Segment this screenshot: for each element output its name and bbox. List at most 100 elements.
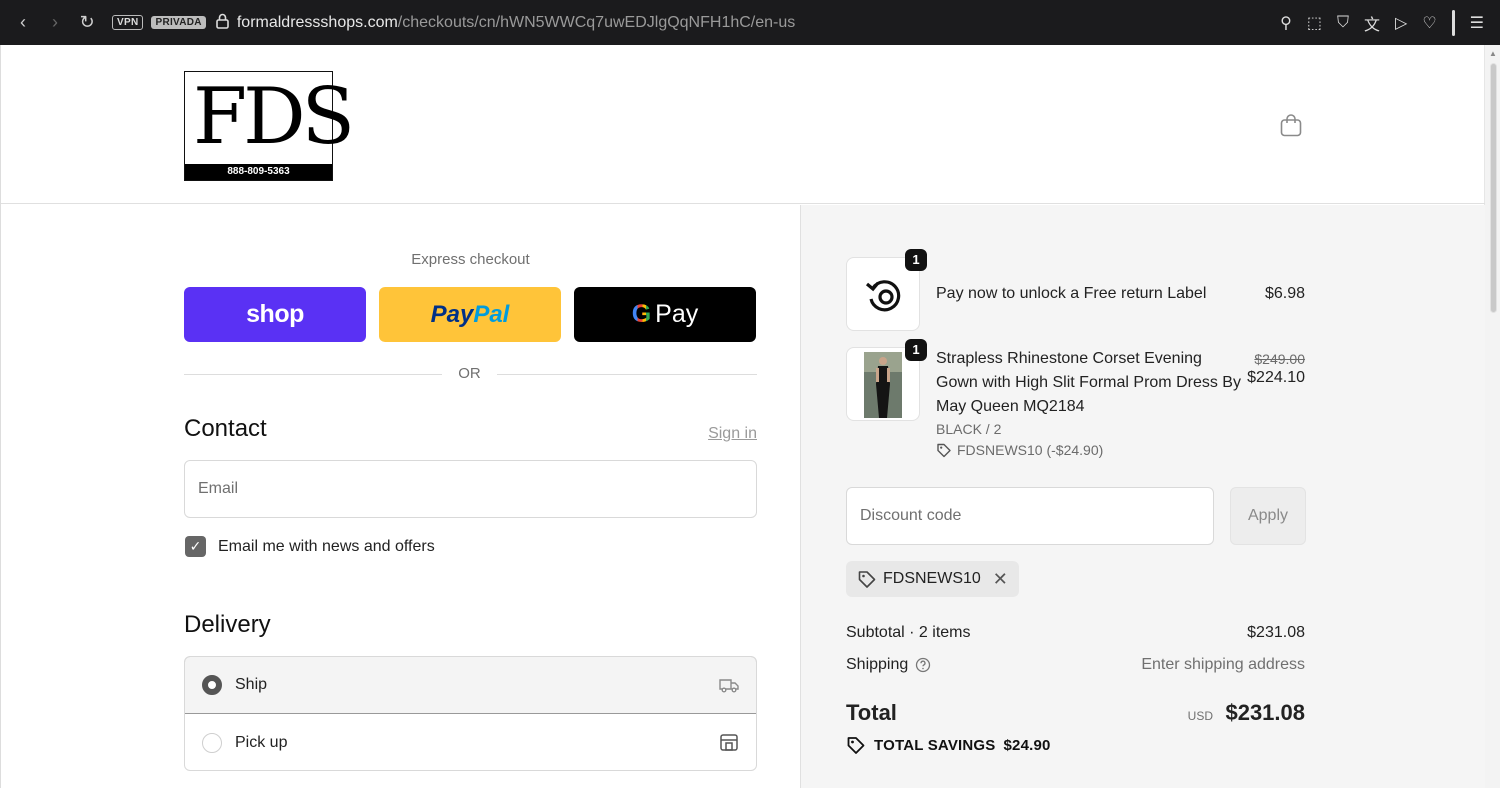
help-icon[interactable] — [915, 657, 931, 673]
discount-code-input[interactable] — [860, 507, 1200, 525]
item-discount-code: FDSNEWS10 (-$24.90) — [957, 442, 1104, 458]
return-label-thumbnail: 1 — [846, 249, 927, 331]
return-icon — [865, 280, 901, 312]
pickup-label: Pick up — [235, 733, 288, 751]
item-price: $224.10 — [1247, 369, 1305, 386]
total-label: Total — [846, 700, 897, 725]
shipping-value: Enter shipping address — [1141, 656, 1305, 673]
remove-discount-icon[interactable]: ✕ — [993, 569, 1008, 590]
sign-in-link[interactable]: Sign in — [708, 425, 757, 443]
checkout-page: FDS 888-809-5363 Express checkout shop P… — [0, 45, 1485, 788]
paypal-button[interactable]: Pay Pal — [379, 287, 561, 342]
apply-discount-button[interactable]: Apply — [1230, 487, 1306, 545]
pickup-radio[interactable] — [202, 732, 222, 753]
delivery-option-pickup[interactable]: Pick up — [185, 714, 756, 770]
truck-icon — [719, 679, 739, 693]
dress-image — [864, 352, 902, 418]
item-price-block: $249.00 $224.10 — [1247, 351, 1305, 387]
shipping-row: Shipping Enter shipping address — [846, 656, 1305, 674]
checkout-form: Express checkout shop Pay Pal G Pay OR Con… — [1, 205, 800, 788]
translate-icon[interactable]: 文 — [1364, 11, 1380, 35]
shipping-label: Shipping — [846, 656, 909, 673]
paypal-label-part1: Pay — [430, 300, 474, 328]
order-summary: 1 Pay now to unlock a Free return Label … — [800, 205, 1485, 788]
back-icon[interactable]: ‹ — [14, 12, 32, 33]
shield-icon[interactable]: ⛉ — [1337, 14, 1349, 32]
ship-label: Ship — [235, 676, 268, 693]
item-price: $6.98 — [1264, 285, 1305, 302]
currency-code: USD — [1187, 709, 1214, 723]
shop-pay-label: shop — [246, 300, 304, 328]
email-input[interactable] — [198, 480, 743, 498]
item-variant: BLACK / 2 — [936, 421, 1002, 437]
shipping-label-group: Shipping — [846, 656, 931, 674]
scrollbar-thumb[interactable] — [1490, 63, 1497, 313]
store-logo[interactable]: FDS 888-809-5363 — [184, 71, 355, 181]
total-row: Total USD $231.08 — [846, 700, 1305, 726]
item-discount: FDSNEWS10 (-$24.90) — [936, 439, 1241, 461]
total-value: $231.08 — [1225, 700, 1305, 725]
item-name-line: May Queen MQ2184 — [936, 398, 1085, 415]
divider-line — [184, 374, 442, 375]
item-name: Strapless Rhinestone Corset Evening Gown… — [936, 347, 1241, 461]
newsletter-option[interactable]: ✓ Email me with news and offers — [185, 536, 435, 557]
or-label: OR — [458, 365, 481, 382]
express-checkout-title: Express checkout — [411, 251, 530, 268]
savings-label: TOTAL SAVINGS — [874, 736, 996, 754]
url-path: /checkouts/cn/hWN5WWCq7uwEDJlgQqNFH1hC/e… — [397, 13, 796, 31]
item-original-price: $249.00 — [1254, 351, 1305, 367]
total-amount: USD $231.08 — [1188, 700, 1305, 726]
snapshot-icon[interactable]: ⬚ — [1307, 13, 1322, 33]
browser-nav: ‹ › ↻ — [0, 12, 96, 33]
ship-radio[interactable] — [202, 675, 222, 695]
store-icon — [720, 734, 738, 751]
tag-icon — [847, 737, 865, 754]
or-divider: OR — [184, 365, 757, 385]
menu-icon[interactable]: ☰ — [1470, 13, 1484, 33]
item-name-line: Strapless Rhinestone Corset Evening — [936, 350, 1202, 367]
tag-icon — [937, 443, 951, 458]
pin-icon[interactable]: ⚲ — [1280, 13, 1292, 33]
discount-code-field[interactable] — [846, 487, 1214, 545]
google-pay-label: Pay — [655, 300, 699, 328]
delivery-options: Ship Pick up — [184, 656, 757, 771]
newsletter-checkbox[interactable]: ✓ — [185, 536, 206, 557]
forward-icon[interactable]: › — [46, 12, 64, 33]
browser-tools: ⚲ ⬚ ⛉ 文 ▷ ♡ ☰ — [1280, 0, 1484, 45]
logo-letters: FDS — [193, 72, 355, 162]
vpn-badge[interactable]: VPN — [112, 15, 144, 30]
address-bar[interactable]: formaldressshops.com/checkouts/cn/hWN5WW… — [237, 14, 795, 32]
browser-toolbar: ‹ › ↻ VPN PRIVADA formaldressshops.com/c… — [0, 0, 1500, 45]
subtotal-label: Subtotal · 2 items — [846, 624, 971, 641]
divider-line — [497, 374, 757, 375]
shopping-bag-icon[interactable] — [1280, 113, 1302, 137]
scroll-up-icon[interactable]: ▲ — [1489, 49, 1497, 58]
subtotal-row: Subtotal · 2 items $231.08 — [846, 624, 1305, 642]
item-name: Pay now to unlock a Free return Label — [936, 285, 1207, 302]
newsletter-label: Email me with news and offers — [218, 537, 435, 555]
contact-heading: Contact — [184, 415, 267, 442]
lock-icon[interactable] — [216, 13, 229, 32]
subtotal-value: $231.08 — [1247, 624, 1305, 641]
url-domain: formaldressshops.com — [236, 13, 398, 31]
page-scrollbar[interactable]: ▲ — [1484, 45, 1500, 788]
toolbar-divider — [1451, 9, 1455, 36]
send-icon[interactable]: ▷ — [1395, 13, 1407, 33]
quantity-badge: 1 — [905, 339, 927, 361]
shop-pay-button[interactable]: shop — [184, 287, 366, 342]
google-g-icon: G — [631, 300, 652, 328]
logo-phone: 888-809-5363 — [185, 164, 332, 180]
quantity-badge: 1 — [905, 249, 927, 271]
reload-icon[interactable]: ↻ — [78, 12, 96, 33]
heart-icon[interactable]: ♡ — [1422, 13, 1436, 33]
email-field[interactable] — [184, 460, 757, 518]
total-savings: TOTAL SAVINGS $24.90 — [846, 735, 1051, 755]
dress-thumbnail: 1 — [846, 339, 927, 421]
tag-icon — [858, 571, 876, 588]
delivery-heading: Delivery — [184, 611, 271, 638]
private-badge: PRIVADA — [151, 16, 206, 29]
google-pay-button[interactable]: G Pay — [574, 287, 756, 342]
applied-discount-chip: FDSNEWS10 ✕ — [846, 561, 1019, 597]
delivery-option-ship[interactable]: Ship — [185, 657, 756, 714]
item-name-line: Gown with High Slit Formal Prom Dress By — [936, 374, 1241, 391]
